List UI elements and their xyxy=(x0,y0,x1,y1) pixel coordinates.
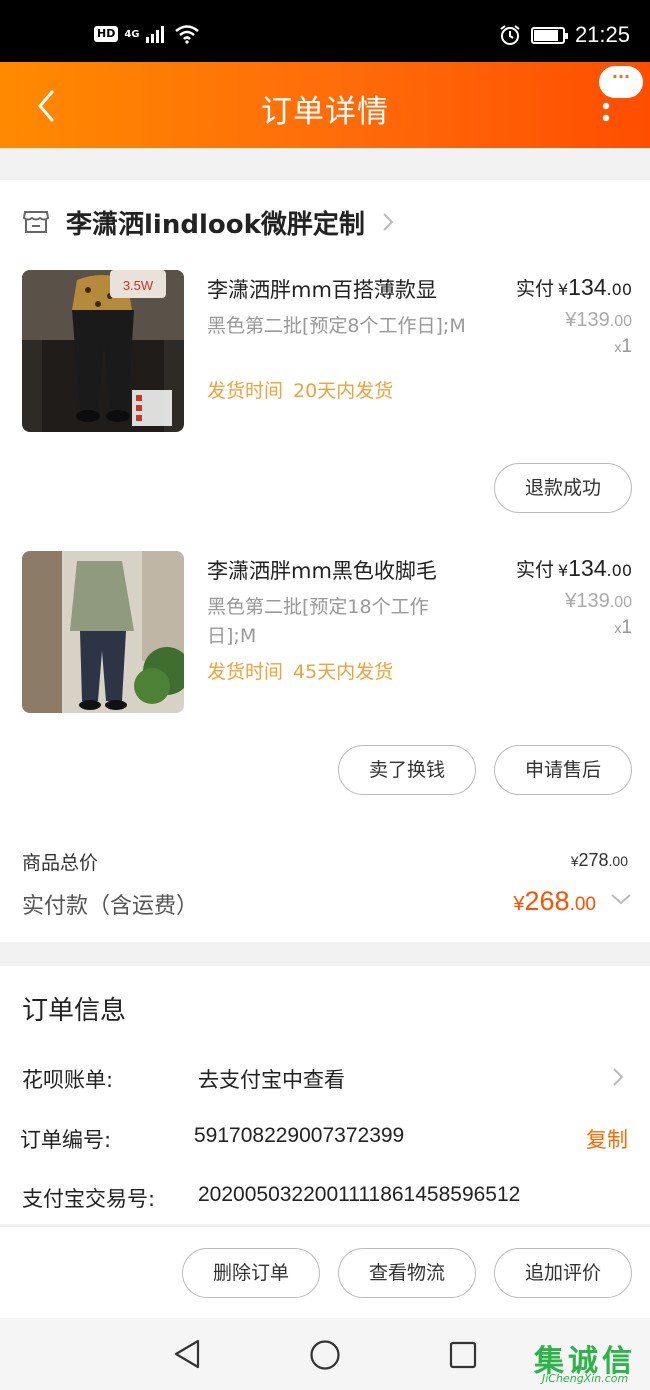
recents-square-icon[interactable] xyxy=(449,1341,477,1369)
nav-bar: 订单详情 ··· xyxy=(0,62,650,148)
quantity: x1 xyxy=(516,617,632,639)
paid-total-label: 实付款（含运费） xyxy=(22,894,199,919)
after-sales-button[interactable]: 申请售后 xyxy=(494,745,632,795)
chevron-right-icon xyxy=(613,1068,624,1086)
order-number-label: 订单编号: xyxy=(20,1128,112,1152)
page-title: 订单详情 xyxy=(261,94,389,130)
ship-time-label: 发货时间 xyxy=(207,380,284,402)
ship-time: 发货时间 45天内发货 xyxy=(207,657,393,684)
ship-time: 发货时间 20天内发货 xyxy=(207,376,393,403)
battery-level xyxy=(533,29,558,41)
order-number-value: 591708229007372399 xyxy=(194,1124,405,1147)
product-title[interactable]: 李潇洒胖mm百搭薄款显 xyxy=(207,274,477,304)
hd-icon: HD xyxy=(94,26,119,42)
paid-total-currency: ¥ xyxy=(513,893,525,915)
paid-total-int: 268 xyxy=(524,886,570,916)
price-box: 实付 ¥134.00 ¥139.00 x1 xyxy=(516,555,632,639)
paid-total-dec: .00 xyxy=(569,894,596,915)
product-image[interactable] xyxy=(22,551,184,713)
battery-icon xyxy=(530,26,568,44)
product-sku: 黑色第二批[预定18个工作日];M xyxy=(207,596,429,647)
order-info-title: 订单信息 xyxy=(22,996,127,1026)
paid-int: 134 xyxy=(568,274,607,300)
refund-success-button[interactable]: 退款成功 xyxy=(494,463,632,513)
orig-dec: .00 xyxy=(609,594,632,611)
back-triangle-icon[interactable] xyxy=(172,1338,202,1370)
network-type: 4G xyxy=(124,28,140,40)
paid-price: 实付 ¥134.00 xyxy=(516,274,632,301)
huabei-value: 去支付宝中查看 xyxy=(198,1069,345,1092)
product-image[interactable]: 3.5W xyxy=(22,270,184,432)
alipay-trade-value: 2020050322001111861458596512 xyxy=(198,1183,521,1206)
paid-currency: ¥ xyxy=(557,280,569,299)
price-box: 实付 ¥134.00 ¥139.00 x1 xyxy=(516,274,632,358)
status-left: HD 4G xyxy=(94,24,200,44)
order-items-card: 李潇洒lindlook微胖定制 3.5W 李潇洒胖mm百搭薄款显 黑色第二批[预… xyxy=(0,180,650,942)
orig-dec: .00 xyxy=(609,313,632,330)
alipay-trade-label: 支付宝交易号: xyxy=(22,1187,156,1211)
resell-button[interactable]: 卖了换钱 xyxy=(338,745,476,795)
order-item[interactable]: 李潇洒胖mm黑色收脚毛 黑色第二批[预定18个工作日];M 发货时间 45天内发货… xyxy=(0,551,650,721)
order-item[interactable]: 3.5W 李潇洒胖mm百搭薄款显 黑色第二批[预定8个工作日];M 发货时间 20… xyxy=(0,270,650,440)
shop-name: 李潇洒lindlook微胖定制 xyxy=(66,209,365,240)
shop-header[interactable]: 李潇洒lindlook微胖定制 xyxy=(22,202,395,242)
qty-value: 1 xyxy=(621,617,632,638)
ship-time-label: 发货时间 xyxy=(207,661,284,683)
order-info-card: 订单信息 花呗账单: 去支付宝中查看 订单编号: 591708229007372… xyxy=(0,966,650,1224)
qty-value: 1 xyxy=(621,336,632,357)
watermark-logo: 集诚信 JiChengXin.com xyxy=(534,1336,646,1388)
store-icon xyxy=(22,211,50,233)
original-price: ¥139.00 xyxy=(516,590,632,613)
orig-price: ¥139 xyxy=(565,309,610,331)
ship-time-value: 45天内发货 xyxy=(293,661,394,683)
copy-button[interactable]: 复制 xyxy=(586,1124,628,1154)
goods-total-label: 商品总价 xyxy=(22,852,99,874)
view-logistics-button[interactable]: 查看物流 xyxy=(338,1248,476,1298)
image-badge-text: 3.5W xyxy=(123,278,154,293)
message-icon[interactable]: ··· xyxy=(599,66,643,98)
wifi-icon xyxy=(174,25,199,44)
status-time: 21:25 xyxy=(574,22,630,47)
watermark-url: JiChengXin.com xyxy=(542,1372,629,1385)
alarm-icon xyxy=(500,25,520,45)
goods-total-dec: .00 xyxy=(608,853,628,869)
chevron-down-icon[interactable] xyxy=(610,892,632,906)
chevron-right-icon xyxy=(383,213,394,231)
goods-total-value: ¥278.00 xyxy=(571,850,628,871)
add-review-button[interactable]: 追加评价 xyxy=(494,1248,632,1298)
orig-price: ¥139 xyxy=(565,590,610,612)
paid-dec: .00 xyxy=(606,280,632,299)
status-bar: HD 4G 21:25 xyxy=(0,0,650,62)
order-number-row: 订单编号: 591708229007372399 复制 xyxy=(20,1124,628,1156)
huabei-row[interactable]: 花呗账单: 去支付宝中查看 xyxy=(22,1064,628,1096)
product-sku: 黑色第二批[预定8个工作日];M xyxy=(207,315,466,337)
product-title[interactable]: 李潇洒胖mm黑色收脚毛 xyxy=(207,555,477,585)
huabei-label: 花呗账单: xyxy=(22,1068,114,1092)
paid-dec: .00 xyxy=(606,561,632,580)
paid-currency: ¥ xyxy=(557,561,569,580)
signal-icon xyxy=(145,26,164,43)
bottom-action-bar: 删除订单 查看物流 追加评价 xyxy=(0,1226,650,1318)
paid-price: 实付 ¥134.00 xyxy=(516,555,632,582)
paid-int: 134 xyxy=(568,555,607,581)
delete-order-button[interactable]: 删除订单 xyxy=(182,1248,320,1298)
paid-label: 实付 xyxy=(515,278,554,300)
alipay-trade-row: 支付宝交易号: 2020050322001111861458596512 xyxy=(22,1183,628,1215)
status-right: 21:25 xyxy=(499,22,630,48)
paid-label: 实付 xyxy=(515,559,554,581)
paid-total-row[interactable]: 实付款（含运费） ¥268.00 xyxy=(22,886,632,926)
goods-total-row: 商品总价 ¥278.00 xyxy=(22,848,628,878)
quantity: x1 xyxy=(516,336,632,358)
original-price: ¥139.00 xyxy=(516,309,632,332)
ship-time-value: 20天内发货 xyxy=(293,380,394,402)
goods-total-int: 278 xyxy=(578,850,609,870)
home-circle-icon[interactable] xyxy=(309,1339,341,1371)
paid-total-value: ¥268.00 xyxy=(513,886,596,917)
